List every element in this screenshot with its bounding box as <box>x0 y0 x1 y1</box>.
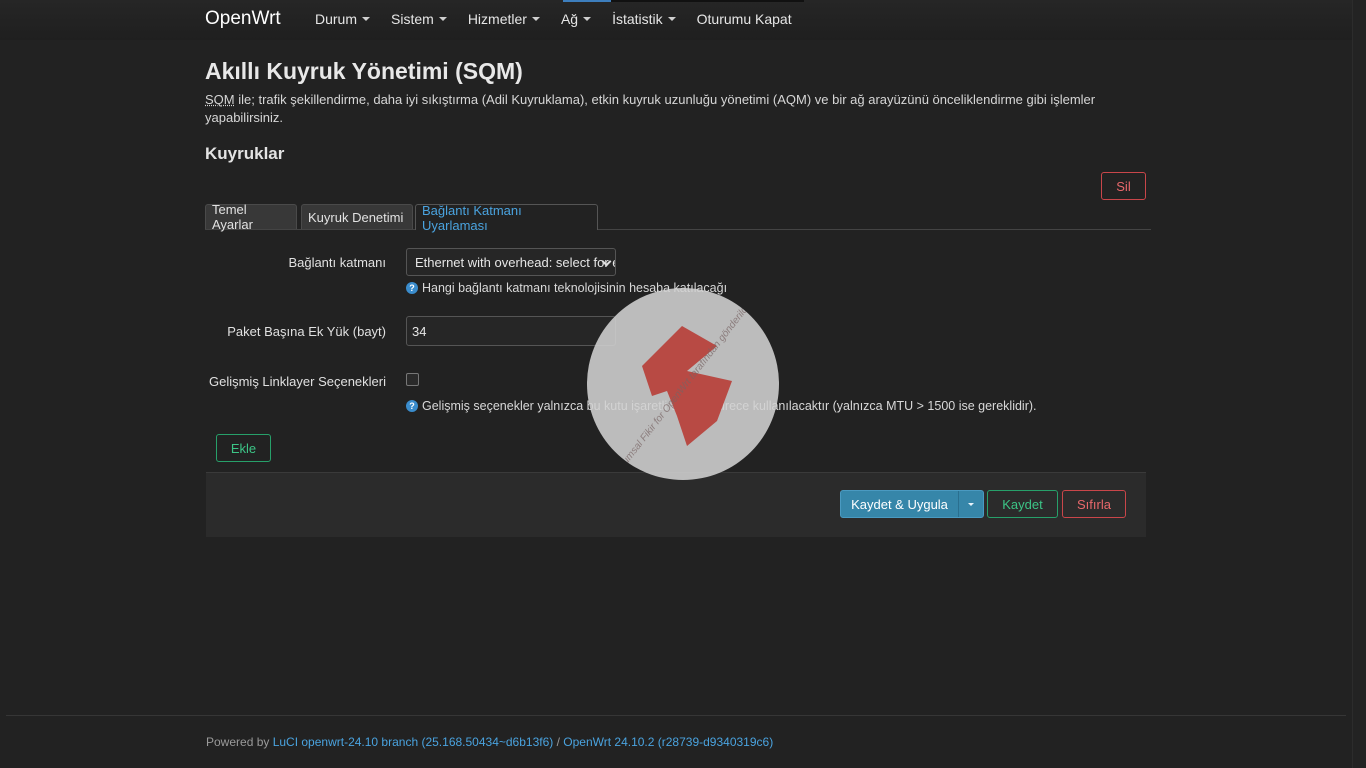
navbar-decoration <box>611 0 804 2</box>
chevron-down-icon <box>667 17 676 21</box>
description-text: ile; trafik şekillendirme, daha iyi sıkı… <box>205 92 1096 125</box>
help-icon: ? <box>406 400 418 412</box>
tab-basic-settings[interactable]: Temel Ayarlar <box>205 202 297 232</box>
active-indicator <box>563 0 611 2</box>
vertical-scrollbar[interactable] <box>1352 0 1366 768</box>
brand-logo[interactable]: OpenWrt <box>205 8 281 30</box>
chevron-down-icon <box>531 17 540 21</box>
advanced-linklayer-label: Gelişmiş Linklayer Seçenekleri <box>208 374 386 389</box>
link-layer-select-value: Ethernet with overhead: select for e.g. … <box>415 254 615 270</box>
chevron-down-icon <box>438 17 447 21</box>
top-navbar: OpenWrt Durum Sistem Hizmetler Ağ İstati… <box>0 0 1366 40</box>
tab-queue-discipline[interactable]: Kuyruk Denetimi <box>301 204 413 229</box>
save-button[interactable]: Kaydet <box>987 490 1058 518</box>
footer-credits: Powered by LuCI openwrt-24.10 branch (25… <box>206 735 773 749</box>
save-apply-dropdown[interactable] <box>958 491 983 517</box>
save-apply-label[interactable]: Kaydet & Uygula <box>841 491 958 517</box>
page-description: SQM ile; trafik şekillendirme, daha iyi … <box>205 91 1125 127</box>
chevron-down-icon <box>362 17 371 21</box>
footer-separator: / <box>553 735 564 749</box>
reset-button[interactable]: Sıfırla <box>1062 490 1126 518</box>
save-apply-button[interactable]: Kaydet & Uygula <box>840 490 984 518</box>
overhead-label: Paket Başına Ek Yük (bayt) <box>227 324 386 339</box>
delete-button[interactable]: Sil <box>1101 172 1146 200</box>
footer-divider <box>6 715 1346 716</box>
section-title: Kuyruklar <box>205 144 285 163</box>
menu-item-durum[interactable]: Durum <box>315 11 371 27</box>
advanced-linklayer-checkbox[interactable] <box>406 373 419 386</box>
caret-down-icon <box>968 502 974 506</box>
menu-item-ag[interactable]: Ağ <box>561 11 592 27</box>
menu-item-hizmetler[interactable]: Hizmetler <box>468 11 540 27</box>
add-button[interactable]: Ekle <box>216 434 271 462</box>
menu-item-istatistik[interactable]: İstatistik <box>612 11 676 27</box>
luci-link[interactable]: LuCI openwrt-24.10 branch (25.168.50434~… <box>273 735 554 749</box>
link-layer-select[interactable]: Ethernet with overhead: select for e.g. … <box>406 248 616 276</box>
footer-prefix: Powered by <box>206 735 273 749</box>
help-icon: ? <box>406 282 418 294</box>
menu-item-sistem[interactable]: Sistem <box>391 11 447 27</box>
openwrt-link[interactable]: OpenWrt 24.10.2 (r28739-d9340319c6) <box>563 735 773 749</box>
main-menu: Durum Sistem Hizmetler Ağ İstatistik Otu… <box>315 11 813 27</box>
chevron-down-icon <box>583 17 592 21</box>
tab-link-layer-adaptation[interactable]: Bağlantı Katmanı Uyarlaması <box>415 203 598 233</box>
page-title: Akıllı Kuyruk Yönetimi (SQM) <box>205 58 523 84</box>
overhead-input[interactable] <box>406 316 616 346</box>
link-layer-label: Bağlantı katmanı <box>288 255 386 270</box>
menu-item-logout[interactable]: Oturumu Kapat <box>697 11 792 27</box>
tab-bar: Temel Ayarlar Kuyruk Denetimi Bağlantı K… <box>205 202 1151 233</box>
watermark: Toplumsal Fikir for OpenWrt tarafından g… <box>587 288 779 480</box>
sqm-abbr: SQM <box>205 92 235 107</box>
